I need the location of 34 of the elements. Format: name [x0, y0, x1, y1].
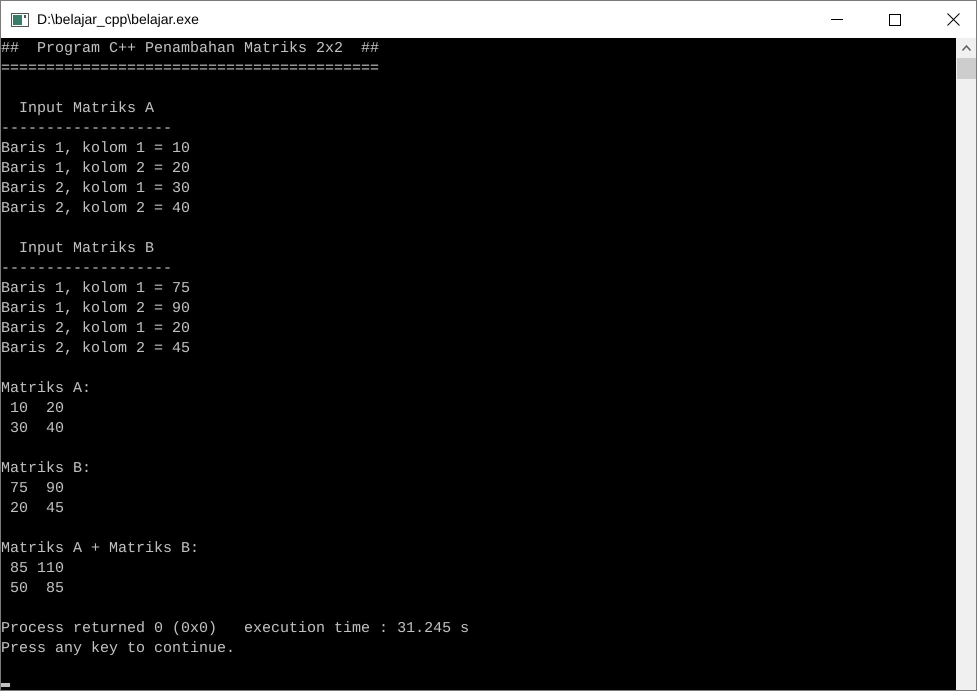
console-line: Baris 2, kolom 1 = 20: [1, 319, 190, 339]
console-line: Baris 2, kolom 2 = 40: [1, 199, 190, 219]
console-line: Baris 2, kolom 1 = 30: [1, 179, 190, 199]
console-line: 10 20: [9, 399, 64, 419]
console-line: -------------------: [1, 259, 172, 279]
console-line: 50 85: [9, 579, 64, 599]
console-line: Baris 1, kolom 2 = 20: [1, 159, 190, 179]
scrollbar[interactable]: [956, 38, 976, 690]
console-line: Matriks A:: [1, 379, 92, 399]
console-line: 30 40: [9, 419, 64, 439]
minimize-icon: [831, 19, 843, 20]
window-title: D:\belajar_cpp\belajar.exe: [37, 10, 199, 29]
console-line: ==========================================: [1, 59, 380, 79]
close-icon: [946, 13, 960, 26]
console-line: Baris 1, kolom 1 = 75: [1, 279, 190, 299]
console-line: Baris 1, kolom 2 = 90: [1, 299, 190, 319]
scrollbar-thumb[interactable]: [956, 58, 976, 79]
console-line: ## Program C++ Penambahan Matriks 2x2 ##: [1, 39, 380, 59]
console-line: 85 110: [9, 559, 64, 579]
maximize-icon: [889, 14, 901, 26]
text-cursor: [1, 683, 10, 687]
console-line: -------------------: [1, 119, 172, 139]
console-line: Input Matriks A: [18, 99, 154, 119]
scroll-up-icon[interactable]: [962, 45, 970, 51]
console-line: Baris 2, kolom 2 = 45: [1, 339, 190, 359]
console-line: Matriks A + Matriks B:: [1, 539, 200, 559]
console-line: Baris 1, kolom 1 = 10: [1, 139, 190, 159]
console-line: 20 45: [9, 499, 64, 519]
console-line: Press any key to continue.: [1, 639, 236, 659]
console-line: Process returned 0 (0x0) execution time : 31.245 s: [1, 619, 470, 639]
console-line: Matriks B:: [1, 459, 92, 479]
console-line: 75 90: [9, 479, 64, 499]
console-line: Input Matriks B: [18, 239, 154, 259]
console-app-icon: [11, 12, 29, 26]
